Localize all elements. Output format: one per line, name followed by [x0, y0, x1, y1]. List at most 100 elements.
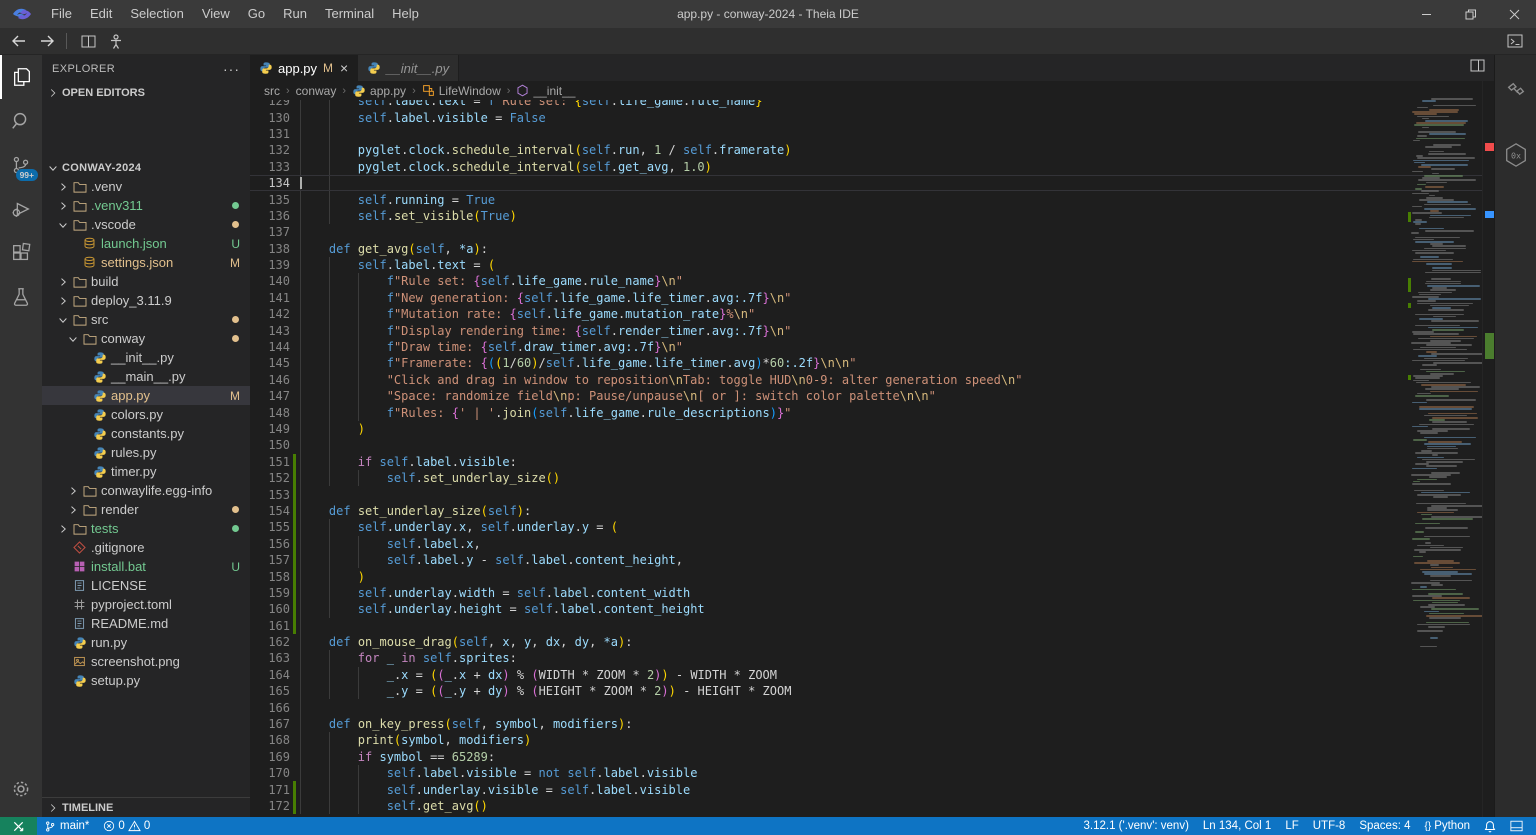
code-line-133[interactable]: 133 pyglet.clock.schedule_interval(self.…	[250, 159, 1495, 175]
menu-view[interactable]: View	[193, 0, 239, 28]
tree-item-rules-py[interactable]: rules.py	[42, 443, 250, 462]
minimize-button[interactable]	[1404, 0, 1448, 28]
more-actions-icon[interactable]: ···	[223, 61, 240, 77]
tab--init-py[interactable]: __init__.py	[358, 55, 459, 81]
chevron-right-icon[interactable]	[66, 504, 80, 516]
tree-item--vscode[interactable]: .vscode	[42, 215, 250, 234]
chevron-right-icon[interactable]	[56, 181, 70, 193]
tree-item-settings-json[interactable]: settings.jsonM	[42, 253, 250, 272]
tree-item-tests[interactable]: tests	[42, 519, 250, 538]
code-line-138[interactable]: 138 def get_avg(self, *a):	[250, 241, 1495, 257]
code-line-145[interactable]: 145 f"Framerate: {((1/60)/self.life_game…	[250, 355, 1495, 371]
code-line-170[interactable]: 170 self.label.visible = not self.label.…	[250, 765, 1495, 781]
tree-item-license[interactable]: LICENSE	[42, 576, 250, 595]
menu-file[interactable]: File	[42, 0, 81, 28]
tree-item-setup-py[interactable]: setup.py	[42, 671, 250, 690]
encoding-status[interactable]: UTF-8	[1306, 817, 1353, 835]
open-editors-section[interactable]: OPEN EDITORS	[42, 82, 250, 103]
code-line-134[interactable]: 134	[250, 175, 1495, 191]
code-line-139[interactable]: 139 self.label.text = (	[250, 257, 1495, 273]
extensions-icon[interactable]	[0, 231, 42, 275]
code-line-165[interactable]: 165 _.y = ((_.y + dy) % (HEIGHT * ZOOM *…	[250, 683, 1495, 699]
code-line-142[interactable]: 142 f"Mutation rate: {self.life_game.mut…	[250, 306, 1495, 322]
layout-toggle-icon[interactable]	[1503, 817, 1530, 835]
breadcrumb-item--init-[interactable]: __init__	[516, 84, 575, 98]
chevron-down-icon[interactable]	[56, 314, 70, 326]
code-line-143[interactable]: 143 f"Display rendering time: {self.rend…	[250, 322, 1495, 338]
tree-item--main-py[interactable]: __main__.py	[42, 367, 250, 386]
menu-help[interactable]: Help	[383, 0, 428, 28]
tree-item-readme-md[interactable]: README.md	[42, 614, 250, 633]
chevron-right-icon[interactable]	[56, 200, 70, 212]
tree-item-render[interactable]: render	[42, 500, 250, 519]
breadcrumb-item-conway[interactable]: conway	[296, 84, 337, 98]
explorer-icon[interactable]	[0, 55, 42, 99]
tree-item-timer-py[interactable]: timer.py	[42, 462, 250, 481]
code-line-168[interactable]: 168 print(symbol, modifiers)	[250, 732, 1495, 748]
settings-gear-icon[interactable]	[0, 767, 42, 811]
close-button[interactable]	[1492, 0, 1536, 28]
hex-debug-icon[interactable]: 0x	[1495, 131, 1536, 179]
code-line-141[interactable]: 141 f"New generation: {self.life_game.li…	[250, 290, 1495, 306]
code-line-152[interactable]: 152 self.set_underlay_size()	[250, 470, 1495, 486]
tree-item--gitignore[interactable]: .gitignore	[42, 538, 250, 557]
code-line-163[interactable]: 163 for _ in self.sprites:	[250, 650, 1495, 666]
split-editor-icon[interactable]	[1470, 59, 1485, 77]
code-line-169[interactable]: 169 if symbol == 65289:	[250, 749, 1495, 765]
source-control-icon[interactable]: 99+	[0, 143, 42, 187]
breadcrumb-item-lifewindow[interactable]: LifeWindow	[422, 84, 501, 98]
menu-run[interactable]: Run	[274, 0, 316, 28]
remote-indicator[interactable]	[0, 817, 37, 835]
code-line-171[interactable]: 171 self.underlay.visible = self.label.v…	[250, 781, 1495, 797]
code-line-150[interactable]: 150	[250, 437, 1495, 453]
code-line-164[interactable]: 164 _.x = ((_.x + dx) % (WIDTH * ZOOM * …	[250, 667, 1495, 683]
code-line-135[interactable]: 135 self.running = True	[250, 191, 1495, 207]
code-editor[interactable]: 129 self.label.text = f"Rule set: {self.…	[250, 100, 1495, 817]
code-line-140[interactable]: 140 f"Rule set: {self.life_game.rule_nam…	[250, 273, 1495, 289]
code-line-147[interactable]: 147 "Space: randomize field\np: Pause/un…	[250, 388, 1495, 404]
code-line-129[interactable]: 129 self.label.text = f"Rule set: {self.…	[250, 100, 1495, 109]
code-line-137[interactable]: 137	[250, 224, 1495, 240]
tree-item--venv[interactable]: .venv	[42, 177, 250, 196]
tree-item-conwaylife-egg-info[interactable]: conwaylife.egg-info	[42, 481, 250, 500]
tree-item-pyproject-toml[interactable]: pyproject.toml	[42, 595, 250, 614]
tree-item-launch-json[interactable]: launch.jsonU	[42, 234, 250, 253]
tree-item-install-bat[interactable]: install.batU	[42, 557, 250, 576]
menu-edit[interactable]: Edit	[81, 0, 121, 28]
tree-item-screenshot-png[interactable]: screenshot.png	[42, 652, 250, 671]
code-line-151[interactable]: 151 if self.label.visible:	[250, 454, 1495, 470]
code-line-159[interactable]: 159 self.underlay.width = self.label.con…	[250, 585, 1495, 601]
tree-item-run-py[interactable]: run.py	[42, 633, 250, 652]
eol-status[interactable]: LF	[1278, 817, 1305, 835]
tree-item-src[interactable]: src	[42, 310, 250, 329]
chevron-right-icon[interactable]	[56, 276, 70, 288]
code-line-146[interactable]: 146 "Click and drag in window to reposit…	[250, 372, 1495, 388]
code-line-154[interactable]: 154 def set_underlay_size(self):	[250, 503, 1495, 519]
test-beaker-icon[interactable]	[0, 275, 42, 319]
code-line-131[interactable]: 131	[250, 126, 1495, 142]
tree-item-conway[interactable]: conway	[42, 329, 250, 348]
tree-item-constants-py[interactable]: constants.py	[42, 424, 250, 443]
tab-app-py[interactable]: app.pyM×	[250, 55, 358, 81]
restore-button[interactable]	[1448, 0, 1492, 28]
chevron-down-icon[interactable]	[46, 162, 60, 174]
code-line-144[interactable]: 144 f"Draw time: {self.draw_timer.avg:.7…	[250, 339, 1495, 355]
git-branch-status[interactable]: main*	[37, 817, 96, 835]
code-line-130[interactable]: 130 self.label.visible = False	[250, 109, 1495, 125]
search-icon[interactable]	[0, 99, 42, 143]
forward-button[interactable]	[34, 29, 60, 53]
tab-close-icon[interactable]: ×	[340, 61, 348, 75]
back-button[interactable]	[6, 29, 32, 53]
code-line-172[interactable]: 172 self.get_avg()	[250, 798, 1495, 814]
code-line-162[interactable]: 162 def on_mouse_drag(self, x, y, dx, dy…	[250, 634, 1495, 650]
code-line-136[interactable]: 136 self.set_visible(True)	[250, 208, 1495, 224]
menu-selection[interactable]: Selection	[121, 0, 192, 28]
menu-terminal[interactable]: Terminal	[316, 0, 383, 28]
indentation-status[interactable]: Spaces: 4	[1352, 817, 1417, 835]
timeline-section[interactable]: TIMELINE	[42, 797, 250, 817]
remote-toolbox-icon[interactable]	[1495, 67, 1536, 115]
chevron-right-icon[interactable]	[56, 295, 70, 307]
tree-item-deploy-3-11-9[interactable]: deploy_3.11.9	[42, 291, 250, 310]
notifications-bell-icon[interactable]	[1477, 817, 1503, 835]
tree-item-conway-2024[interactable]: CONWAY-2024	[42, 158, 250, 177]
